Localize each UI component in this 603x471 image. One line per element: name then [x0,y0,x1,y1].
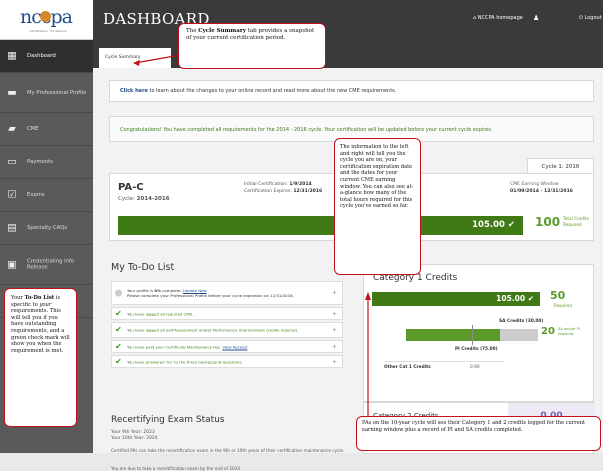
category-1-progress: 105.00 ✔ [372,292,540,306]
todo-item-sa-pi: ✔ You have logged all Self-Assessment an… [111,322,343,338]
todo-text: You have logged all required CME. [127,311,194,316]
divider [384,361,504,362]
todo-item-cme: ✔ You have logged all required CME. + [111,307,343,320]
sa-pi-required: 20 [541,326,555,337]
expand-icon[interactable]: + [332,327,337,333]
sidebar-item-label: Dashboard [27,52,56,59]
cycle-years: Cycle: 2014-2016 [118,196,170,202]
release-icon: ▣ [7,259,17,270]
category-1-earned: 105.00 ✔ [496,294,534,303]
green-check-icon: ✔ [115,308,122,318]
todo-title: My To-Do List [111,262,175,273]
card-icon: ▭ [7,156,17,168]
callout-cycle-summary: The Cycle Summary tab provides a snapsho… [178,23,326,69]
view-receipt-link[interactable]: View Receipt [222,344,247,349]
notice-text: Click here to learn about the changes to… [120,88,397,94]
nccpa-homepage-link[interactable]: ⌂ NCCPA homepage [473,15,523,21]
total-credits-required-label: Total Credits Required [563,216,589,227]
todo-text: You have paid your Certificate Maintenan… [127,344,248,349]
other-cat1-value: 0.00 [470,365,480,370]
callout-category-credits: PAs on the 10-year cycle will see their … [356,416,601,451]
sidebar-item-exams[interactable]: ☑ Exams [0,179,93,212]
total-credits-progress: 105.00 ✔ [118,216,523,235]
sidebar-item-profile[interactable]: ▬ My Professional Profile [0,73,93,113]
logo-dot-icon [40,11,51,22]
folder-icon: ▬ [7,87,17,98]
other-cat1-label: Other Cat 1 Credits [384,365,431,370]
dashboard-icon: ▦ [7,50,17,62]
todo-text: Your profile is 0% complete. Update Now P… [127,288,294,298]
document-icon: ▤ [7,222,17,234]
sidebar-item-credentialing[interactable]: ▣ Credentialing Info Release [0,245,93,285]
sidebar-item-cme[interactable]: ▰ CME [0,113,93,146]
callout-cycle-info: The information to the left and right wi… [334,138,421,275]
green-check-icon: ✔ [115,356,122,366]
todo-text: You have answered 'no' to the three back… [127,359,243,364]
sidebar-item-label: Credentialing Info Release [27,258,75,271]
certification-dates: Initial Certification: 1/9/2014 Certific… [244,182,323,194]
total-credits-required: 100 [535,215,561,229]
logo[interactable]: nccpa Certification · Excellence [0,0,93,40]
sa-credits-label: SA Credits (30.00) [499,319,544,324]
sa-pi-fill [406,329,500,341]
logo-tagline: Certification · Excellence [29,29,67,33]
todo-item-fee: ✔ You have paid your Certificate Mainten… [111,340,343,353]
sidebar-item-specialty-caqs[interactable]: ▤ Specialty CAQs [0,212,93,245]
sidebar-item-label: My Professional Profile [27,89,87,96]
cme-changes-notice: Click here to learn about the changes to… [109,80,594,102]
user-menu-icon[interactable]: ♟ [533,14,539,22]
recert-years: Your 9th Year: 2023 Your 10th Year: 2024 [111,430,158,441]
green-check-icon: ✔ [115,325,122,334]
pi-credits-label: PI Credits (75.00) [455,347,498,352]
tab-bar: Cycle Summary [93,40,603,68]
pi-marker [472,325,473,345]
green-check-icon: ✔ [115,341,122,351]
category-1-required-label: Required [554,303,572,308]
recert-due: You are due to take a recertification ex… [111,466,242,471]
total-credits-earned: 105.00 ✔ [472,220,515,230]
callout-todo-list: Your To-Do List is specific to your requ… [4,288,77,427]
sa-pi-required-label: SA and/or PI required. [558,327,580,336]
total-credits-fill [118,216,523,235]
designation: PA-C [118,182,144,193]
expand-icon[interactable]: + [332,344,337,350]
tab-cycle-summary[interactable]: Cycle Summary [99,48,171,68]
cme-earning-window: CME Earning Window 01/09/2014 - 12/31/20… [510,182,573,194]
click-here-link[interactable]: Click here [120,88,148,94]
book-icon: ▰ [8,123,16,135]
expand-icon[interactable]: + [332,359,337,365]
sidebar-item-dashboard[interactable]: ▦ Dashboard [0,40,93,73]
top-bar: DASHBOARD ⌂ NCCPA homepage ♟ ⏻ Logout [93,0,603,40]
incomplete-icon [115,289,122,297]
todo-text: You have logged all Self-Assessment and/… [127,327,299,333]
category-1-required: 50 [550,289,566,302]
category-1-card: Category 1 Credits 105.00 ✔ 50 Required … [363,264,594,402]
sidebar-item-payments[interactable]: ▭ Payments [0,146,93,179]
congrats-text: Congratulations! You have completed all … [120,127,493,133]
sidebar-item-label: CME [27,125,39,132]
cycle-tab[interactable]: Cycle 1: 2016 [527,158,594,174]
todo-item-background: ✔ You have answered 'no' to the three ba… [111,355,343,368]
logout-link[interactable]: ⏻ Logout [579,15,602,21]
todo-item-profile: Your profile is 0% complete. Update Now P… [111,281,343,305]
expand-icon[interactable]: + [332,290,337,296]
expand-icon[interactable]: + [332,311,337,317]
sidebar-item-label: Payments [27,158,53,165]
sidebar-item-label: Specialty CAQs [27,224,68,231]
sidebar-item-label: Exams [27,191,45,198]
recert-title: Recertifying Exam Status [111,415,225,425]
check-icon: ☑ [7,189,17,201]
